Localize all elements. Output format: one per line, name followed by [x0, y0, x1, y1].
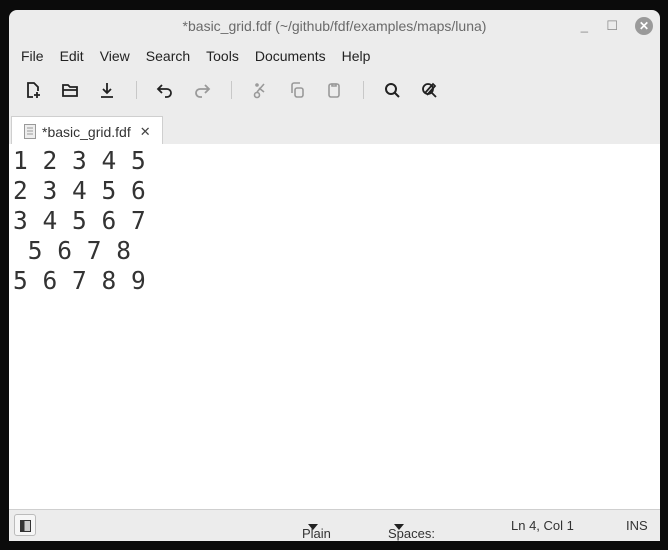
save-icon[interactable]: [93, 76, 121, 104]
toolbar-separator: [231, 81, 232, 99]
search-icon[interactable]: [378, 76, 406, 104]
editor-line: 1 2 3 4 5: [13, 146, 146, 175]
menu-view[interactable]: View: [92, 44, 138, 68]
new-document-icon[interactable]: [19, 76, 47, 104]
editor-line: 2 3 4 5 6: [13, 176, 146, 205]
undo-icon[interactable]: [151, 76, 179, 104]
window-title: *basic_grid.fdf (~/github/fdf/examples/m…: [182, 18, 487, 34]
indent-label: Spaces: 4: [388, 526, 435, 541]
tab-label: *basic_grid.fdf: [42, 123, 131, 140]
tab-document[interactable]: *basic_grid.fdf ✕: [11, 116, 163, 146]
indent-selector[interactable]: Spaces: 4: [388, 518, 435, 541]
status-bar: Plain Text Spaces: 4 Ln 4, Col 1 INS: [9, 510, 660, 541]
editor-line: 5 6 7 8: [13, 236, 132, 265]
menu-documents[interactable]: Documents: [247, 44, 334, 68]
maximize-button[interactable]: ☐: [606, 10, 618, 42]
menu-help[interactable]: Help: [334, 44, 379, 68]
side-panel-toggle-icon[interactable]: [14, 514, 36, 536]
copy-icon[interactable]: [283, 76, 311, 104]
paste-icon[interactable]: [320, 76, 348, 104]
insert-mode: INS: [626, 518, 648, 533]
menu-edit[interactable]: Edit: [52, 44, 92, 68]
editor-window: *basic_grid.fdf (~/github/fdf/examples/m…: [9, 10, 660, 541]
text-editor[interactable]: 1 2 3 4 5 2 3 4 5 6 3 4 5 6 7 5 6 7 8 5 …: [9, 144, 660, 510]
menu-tools[interactable]: Tools: [198, 44, 247, 68]
close-button[interactable]: ✕: [635, 17, 653, 35]
open-icon[interactable]: [56, 76, 84, 104]
redo-icon[interactable]: [188, 76, 216, 104]
menu-bar: File Edit View Search Tools Documents He…: [13, 44, 378, 68]
toolbar: [19, 76, 452, 104]
tab-close-icon[interactable]: ✕: [140, 124, 151, 140]
cursor-position: Ln 4, Col 1: [511, 518, 574, 533]
cut-icon[interactable]: [246, 76, 274, 104]
editor-line: 5 6 7 8 9: [13, 266, 146, 295]
editor-line: 3 4 5 6 7: [13, 206, 146, 235]
toolbar-separator: [363, 81, 364, 99]
menu-search[interactable]: Search: [138, 44, 198, 68]
document-icon: [24, 124, 36, 139]
replace-icon[interactable]: [415, 76, 443, 104]
toolbar-separator: [136, 81, 137, 99]
tab-bar: *basic_grid.fdf ✕: [9, 111, 660, 146]
language-selector[interactable]: Plain Text: [302, 518, 331, 541]
menu-file[interactable]: File: [13, 44, 52, 68]
minimize-button[interactable]: _: [581, 10, 588, 42]
language-label: Plain Text: [302, 526, 331, 541]
